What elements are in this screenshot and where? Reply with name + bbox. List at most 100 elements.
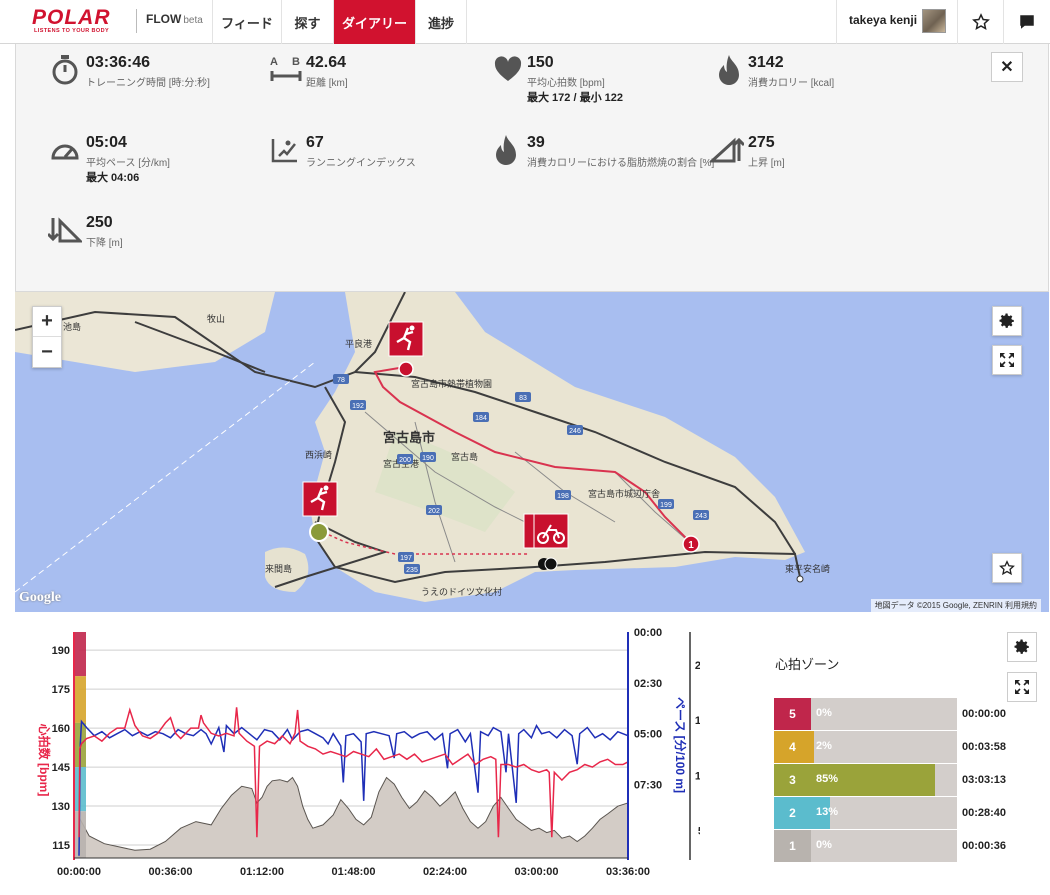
message-icon bbox=[1019, 15, 1034, 29]
label-gusukube-office: 宮古島市城辺庁舎 bbox=[588, 488, 660, 499]
pace-value: 05:04 bbox=[86, 134, 127, 151]
zone-row-3: 3 85% bbox=[774, 764, 957, 796]
distance-icon-a: A bbox=[270, 56, 278, 68]
product-name: FLOW beta bbox=[146, 12, 203, 26]
heart-icon bbox=[494, 56, 522, 81]
ascent-icon bbox=[710, 137, 744, 163]
messages-button[interactable] bbox=[1003, 0, 1049, 44]
descent-value: 250 bbox=[86, 214, 113, 231]
zones-fullscreen-button[interactable] bbox=[1007, 672, 1037, 702]
nav-feed[interactable]: フィード bbox=[212, 0, 281, 44]
close-button[interactable]: ✕ bbox=[991, 52, 1023, 82]
ascent-value: 275 bbox=[748, 134, 775, 151]
label-higashi-hennazaki: 東平安名崎 bbox=[785, 563, 830, 574]
zone-row-2: 2 13% bbox=[774, 797, 957, 829]
fullscreen-icon bbox=[1000, 353, 1014, 367]
label-kurimajima: 来間島 bbox=[265, 563, 292, 574]
zone-strip-4 bbox=[75, 811, 86, 858]
zoom-control: + − bbox=[32, 306, 62, 368]
zoom-in-button[interactable]: + bbox=[33, 307, 61, 337]
running-index-icon bbox=[271, 139, 297, 163]
shield-199: 199 bbox=[660, 502, 672, 509]
zone-bar bbox=[811, 731, 814, 763]
zone-row-5: 5 0% bbox=[774, 698, 957, 730]
flame-icon bbox=[719, 55, 739, 85]
series-altitude-area bbox=[78, 776, 629, 859]
y-tick-pace-3: 07:30 bbox=[634, 780, 662, 792]
label-miyakojima: 宮古島 bbox=[451, 451, 478, 462]
distance-label: 距離 [km] bbox=[306, 78, 348, 89]
stopwatch-icon bbox=[52, 55, 78, 85]
map-attribution[interactable]: 地図データ ©2015 Google, ZENRIN 利用規約 bbox=[870, 599, 1041, 612]
lap-marker-label: 1 bbox=[688, 540, 694, 551]
land-main-island bbox=[310, 292, 805, 602]
route-map[interactable]: 1 池島 宮古島市 宮古空港 宮古島 西浜崎 来間島 宮古島市熱帯植物園 宮古島… bbox=[15, 292, 1049, 612]
duration-label: トレーニング時間 [時:分:秒] bbox=[86, 78, 210, 89]
avatar bbox=[922, 9, 946, 33]
y-tick-hr-5: 115 bbox=[52, 840, 70, 852]
polar-logo[interactable]: POLAR LISTENS TO YOUR BODY bbox=[32, 6, 134, 36]
shield-198: 198 bbox=[557, 493, 569, 500]
zone-time: 03:03:13 bbox=[962, 774, 1007, 786]
logo-wordmark: POLAR bbox=[32, 6, 111, 29]
y-title-hr: 心拍数 [bpm] bbox=[37, 724, 52, 797]
zoom-out-button[interactable]: − bbox=[33, 337, 61, 367]
map-settings-button[interactable] bbox=[992, 306, 1022, 336]
zone-row-4: 4 2% bbox=[774, 731, 957, 763]
pace-label: 平均ペース [分/km] bbox=[86, 158, 170, 169]
y-tick-hr-2: 160 bbox=[52, 723, 70, 735]
nav-diary[interactable]: ダイアリー bbox=[333, 0, 415, 44]
y-tick-alt-1: 150 bbox=[695, 715, 700, 727]
fat-burn-label: 消費カロリーにおける脂肪燃焼の割合 [%] bbox=[527, 158, 715, 169]
label-nishihamazaki: 西浜崎 bbox=[305, 449, 332, 460]
heart-rate-value: 150 bbox=[527, 54, 554, 71]
y-tick-alt-3: 50 bbox=[698, 825, 700, 837]
zone-time: 00:00:00 bbox=[962, 708, 1007, 720]
zone-number: 2 bbox=[774, 797, 811, 829]
y-tick-alt-2: 100 bbox=[695, 770, 700, 782]
x-tick-4: 02:24:00 bbox=[423, 866, 467, 878]
favorites-button[interactable] bbox=[957, 0, 1003, 44]
x-tick-3: 01:48:00 bbox=[331, 866, 375, 878]
user-menu[interactable]: takeya kenji bbox=[836, 0, 957, 44]
star-icon bbox=[971, 13, 990, 30]
heart-rate-label: 平均心拍数 [bpm] bbox=[527, 78, 605, 89]
distance-icon: AB bbox=[270, 56, 302, 81]
cape-point bbox=[796, 575, 804, 583]
label-ikema: 池島 bbox=[63, 321, 81, 332]
x-tick-1: 00:36:00 bbox=[148, 866, 192, 878]
google-watermark: Google bbox=[19, 590, 61, 605]
zone-percent: 0% bbox=[816, 707, 832, 719]
zone-time: 00:00:36 bbox=[962, 840, 1007, 852]
zone-percent: 85% bbox=[816, 773, 839, 785]
flame-fat-icon bbox=[496, 135, 516, 165]
calories-label: 消費カロリー [kcal] bbox=[748, 78, 835, 89]
x-tick-6: 03:36:00 bbox=[606, 866, 650, 878]
product-label: FLOW bbox=[146, 12, 182, 26]
y-tick-hr-4: 130 bbox=[52, 801, 70, 813]
shield-246: 246 bbox=[569, 428, 581, 435]
user-name: takeya kenji bbox=[849, 13, 918, 27]
shield-190: 190 bbox=[422, 455, 434, 462]
fat-burn-value: 39 bbox=[527, 134, 545, 151]
nav-explore[interactable]: 探す bbox=[281, 0, 333, 44]
distance-value: 42.64 bbox=[306, 54, 347, 71]
shield-243: 243 bbox=[695, 513, 707, 520]
nav-progress[interactable]: 進捗 bbox=[415, 0, 467, 44]
map-fullscreen-button[interactable] bbox=[992, 345, 1022, 375]
zone-number: 4 bbox=[774, 731, 811, 763]
zone-strip-0 bbox=[75, 632, 86, 677]
shield-78: 78 bbox=[337, 377, 345, 384]
shield-202: 202 bbox=[428, 508, 440, 515]
heart-rate-max-min: 最大 172 / 最小 122 bbox=[527, 92, 623, 104]
shield-192: 192 bbox=[352, 403, 364, 410]
fullscreen-icon bbox=[1015, 680, 1029, 694]
map-favorite-button[interactable] bbox=[992, 553, 1022, 583]
zones-settings-button[interactable] bbox=[1007, 632, 1037, 662]
logo-divider bbox=[136, 9, 137, 33]
zone-number: 3 bbox=[774, 764, 811, 796]
shield-200: 200 bbox=[399, 457, 411, 464]
training-chart[interactable]: 190 175 160 145 130 115 00:00 02:30 05:00 07:30 20… bbox=[0, 620, 736, 890]
label-makiyama: 牧山 bbox=[207, 313, 225, 324]
x-tick-5: 03:00:00 bbox=[514, 866, 558, 878]
